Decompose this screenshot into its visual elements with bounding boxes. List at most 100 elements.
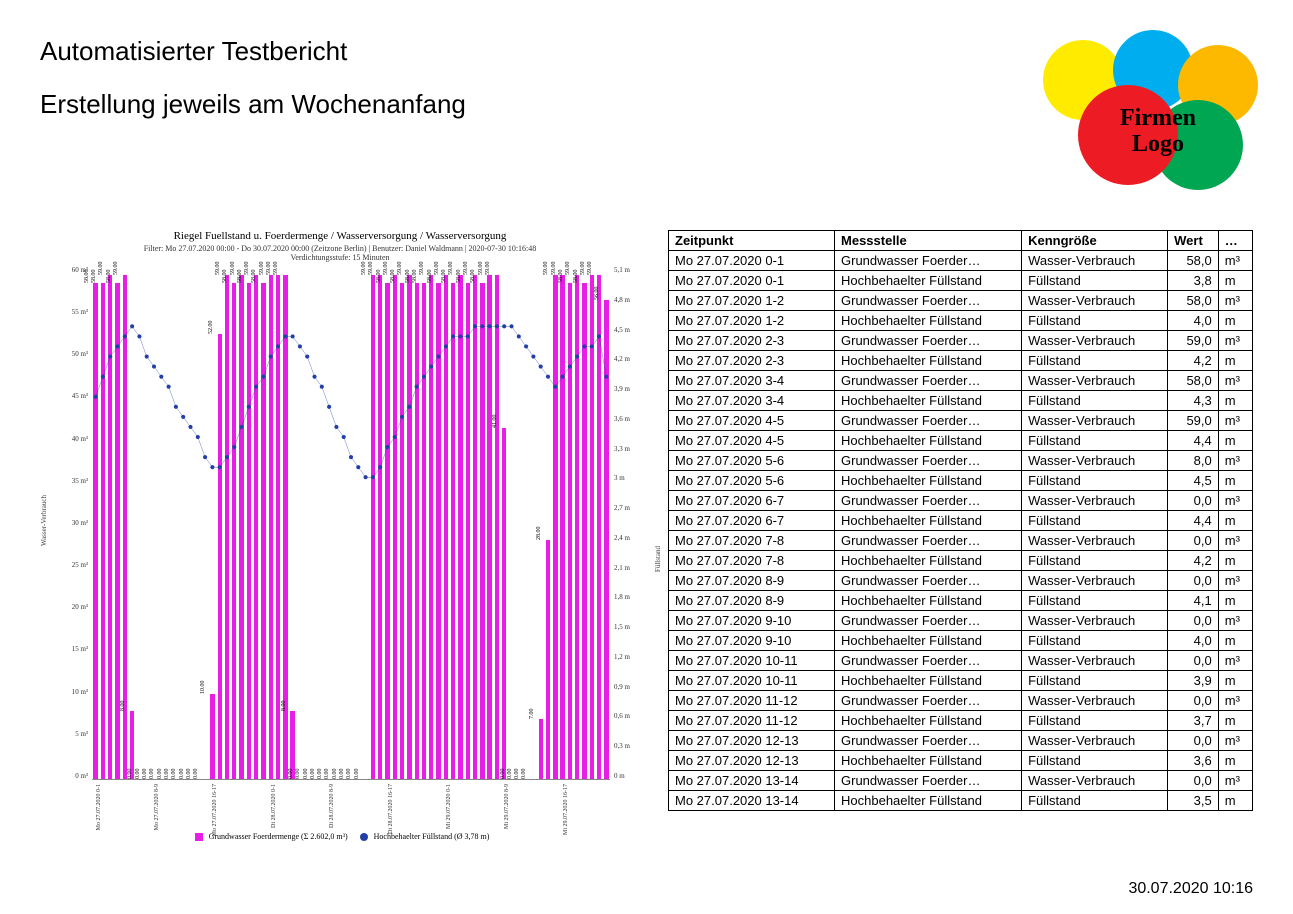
table-cell: Mo 27.07.2020 3-4	[669, 371, 835, 391]
chart-line-point	[342, 435, 346, 439]
chart-line-point	[451, 334, 455, 338]
chart-line-point	[604, 375, 608, 379]
chart-line-point	[130, 324, 134, 328]
table-cell: 3,7	[1168, 711, 1219, 731]
chart-line-point	[575, 354, 579, 358]
table-cell: Mo 27.07.2020 2-3	[669, 351, 835, 371]
chart-pane: Riegel Fuellstand u. Foerdermenge / Wass…	[40, 230, 640, 841]
table-cell: m³	[1218, 331, 1252, 351]
y-axis-right: 5,1 m4,8 m4,5 m4,2 m3,9 m3,6 m3,3 m3 m2,…	[614, 266, 640, 780]
table-cell: Mo 27.07.2020 5-6	[669, 471, 835, 491]
table-cell: Grundwasser Foerder…	[835, 291, 1022, 311]
table-cell: m³	[1218, 411, 1252, 431]
table-row: Mo 27.07.2020 12-13Grundwasser Foerder…W…	[669, 731, 1253, 751]
table-cell: Füllstand	[1022, 551, 1168, 571]
table-row: Mo 27.07.2020 1-2Hochbehaelter Füllstand…	[669, 311, 1253, 331]
chart-line-point	[152, 365, 156, 369]
chart-line-point	[94, 395, 98, 399]
table-cell: 3,5	[1168, 791, 1219, 811]
chart-line-point	[320, 385, 324, 389]
table-cell: Wasser-Verbrauch	[1022, 531, 1168, 551]
table-cell: Füllstand	[1022, 271, 1168, 291]
chart-line-point	[561, 375, 565, 379]
chart-line-point	[480, 324, 484, 328]
table-cell: 0,0	[1168, 651, 1219, 671]
table-cell: Füllstand	[1022, 351, 1168, 371]
table-row: Mo 27.07.2020 11-12Grundwasser Foerder…W…	[669, 691, 1253, 711]
table-cell: Grundwasser Foerder…	[835, 691, 1022, 711]
table-cell: Mo 27.07.2020 7-8	[669, 551, 835, 571]
table-cell: 4,0	[1168, 631, 1219, 651]
chart-line-point	[393, 435, 397, 439]
table-cell: Wasser-Verbrauch	[1022, 331, 1168, 351]
table-cell: Mo 27.07.2020 2-3	[669, 331, 835, 351]
table-cell: Füllstand	[1022, 711, 1168, 731]
table-row: Mo 27.07.2020 5-6Grundwasser Foerder…Was…	[669, 451, 1253, 471]
table-cell: 58,0	[1168, 251, 1219, 271]
chart-line-point	[349, 455, 353, 459]
table-cell: Füllstand	[1022, 791, 1168, 811]
chart-line-point	[145, 354, 149, 358]
table-row: Mo 27.07.2020 10-11Grundwasser Foerder…W…	[669, 651, 1253, 671]
table-cell: Grundwasser Foerder…	[835, 491, 1022, 511]
chart-line-point	[509, 324, 513, 328]
chart-line-point	[283, 334, 287, 338]
table-row: Mo 27.07.2020 0-1Grundwasser Foerder…Was…	[669, 251, 1253, 271]
table-cell: Mo 27.07.2020 6-7	[669, 511, 835, 531]
table-cell: m³	[1218, 571, 1252, 591]
chart-line-point	[188, 425, 192, 429]
y-axis-right-label: Füllstand	[654, 546, 662, 572]
table-cell: Mo 27.07.2020 1-2	[669, 291, 835, 311]
chart-line-point	[517, 334, 521, 338]
table-cell: Mo 27.07.2020 0-1	[669, 271, 835, 291]
chart-line-point	[590, 344, 594, 348]
table-cell: m	[1218, 511, 1252, 531]
table-cell: m	[1218, 311, 1252, 331]
table-cell: Mo 27.07.2020 4-5	[669, 431, 835, 451]
chart-line-point	[546, 375, 550, 379]
chart-line-point	[159, 375, 163, 379]
table-cell: Wasser-Verbrauch	[1022, 731, 1168, 751]
table-cell: m³	[1218, 771, 1252, 791]
table-cell: m³	[1218, 691, 1252, 711]
chart-line-point	[400, 415, 404, 419]
chart-line-point	[312, 375, 316, 379]
table-cell: Mo 27.07.2020 1-2	[669, 311, 835, 331]
x-axis-labels: Mo 27.07.2020 0-1Mo 27.07.2020 8-9Mo 27.…	[92, 782, 610, 826]
chart-line-point	[254, 385, 258, 389]
table-cell: 0,0	[1168, 611, 1219, 631]
table-cell: Grundwasser Foerder…	[835, 411, 1022, 431]
table-cell: Hochbehaelter Füllstand	[835, 351, 1022, 371]
table-cell: Hochbehaelter Füllstand	[835, 711, 1022, 731]
table-cell: Mo 27.07.2020 11-12	[669, 711, 835, 731]
plot-area: 58.0058.0059.0058.0059.008.000.000.000.0…	[92, 266, 610, 780]
table-cell: m³	[1218, 371, 1252, 391]
table-cell: m³	[1218, 531, 1252, 551]
table-row: Mo 27.07.2020 11-12Hochbehaelter Füllsta…	[669, 711, 1253, 731]
table-cell: 8,0	[1168, 451, 1219, 471]
table-cell: Mo 27.07.2020 3-4	[669, 391, 835, 411]
chart-line-point	[597, 334, 601, 338]
chart-line-point	[524, 344, 528, 348]
table-cell: Füllstand	[1022, 471, 1168, 491]
table-cell: m	[1218, 591, 1252, 611]
table-cell: Wasser-Verbrauch	[1022, 251, 1168, 271]
table-cell: Mo 27.07.2020 5-6	[669, 451, 835, 471]
table-cell: m	[1218, 471, 1252, 491]
table-header: Zeitpunkt	[669, 231, 835, 251]
table-cell: 0,0	[1168, 531, 1219, 551]
table-cell: Mo 27.07.2020 6-7	[669, 491, 835, 511]
chart-line-point	[407, 405, 411, 409]
table-cell: Füllstand	[1022, 511, 1168, 531]
chart-line-point	[101, 375, 105, 379]
chart-line-point	[247, 405, 251, 409]
table-cell: Grundwasser Foerder…	[835, 451, 1022, 471]
table-cell: m	[1218, 631, 1252, 651]
table-cell: Füllstand	[1022, 311, 1168, 331]
table-cell: Mo 27.07.2020 13-14	[669, 771, 835, 791]
table-cell: m	[1218, 791, 1252, 811]
table-cell: 58,0	[1168, 371, 1219, 391]
table-cell: 3,8	[1168, 271, 1219, 291]
table-cell: 4,1	[1168, 591, 1219, 611]
table-row: Mo 27.07.2020 3-4Hochbehaelter Füllstand…	[669, 391, 1253, 411]
